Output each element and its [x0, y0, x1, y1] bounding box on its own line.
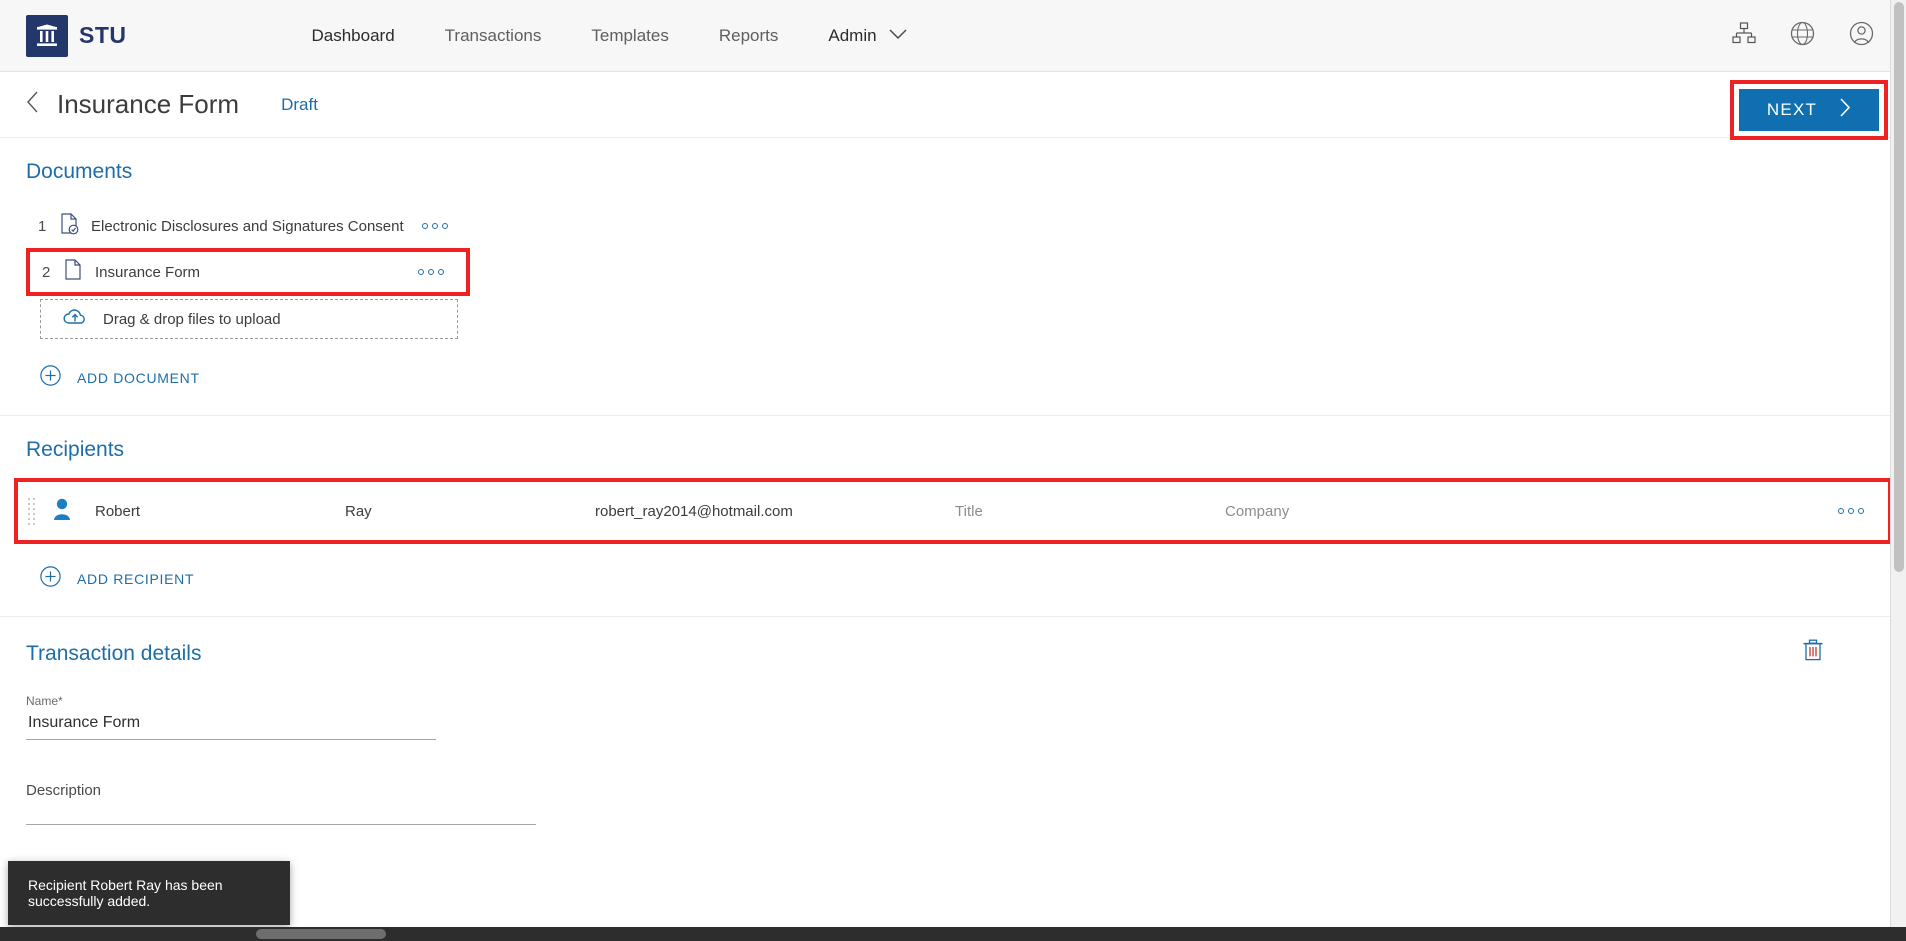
vertical-scrollbar-thumb[interactable] [1894, 2, 1904, 572]
grip-dot [33, 512, 35, 515]
annotation-box-recipient: Robert Ray robert_ray2014@hotmail.com Ti… [14, 478, 1892, 544]
add-recipient-button[interactable]: ADD RECIPIENT [40, 566, 194, 592]
grip-dot [33, 502, 35, 505]
globe-icon[interactable] [1790, 21, 1815, 51]
status-badge[interactable]: Draft [281, 95, 318, 115]
documents-list: 1 Electronic Disclosures and Signatures … [26, 204, 1880, 391]
add-recipient-label: ADD RECIPIENT [77, 571, 195, 587]
required-marker: * [58, 694, 63, 708]
transaction-details-title: Transaction details [26, 641, 202, 665]
kebab-dot [1838, 508, 1844, 514]
grip-dot [33, 507, 35, 510]
chevron-right-icon [1839, 98, 1851, 122]
documents-section-title: Documents [26, 160, 133, 183]
kebab-dot [1848, 508, 1854, 514]
page-title: Insurance Form [57, 89, 240, 119]
nav-link-templates[interactable]: Templates [566, 0, 693, 72]
name-input[interactable] [26, 708, 436, 740]
horizontal-scrollbar[interactable] [0, 927, 1906, 941]
next-button[interactable]: NEXT [1739, 89, 1879, 131]
recipient-options-menu[interactable] [1838, 508, 1864, 514]
grip-dot [33, 497, 35, 500]
description-field-label: Description [26, 782, 102, 799]
recipients-section-title: Recipients [26, 438, 125, 461]
recipient-company-field[interactable]: Company [1225, 503, 1635, 520]
nav-admin-label: Admin [828, 25, 877, 45]
name-field-group: Name* [26, 694, 1880, 740]
drag-handle[interactable] [28, 497, 37, 525]
transaction-details-header: Transaction details [26, 639, 1880, 668]
grip-dot [33, 522, 35, 525]
nav-link-transactions[interactable]: Transactions [420, 0, 567, 72]
document-number: 1 [38, 217, 47, 235]
chevron-down-icon [889, 27, 907, 45]
annotation-box-next: NEXT [1730, 80, 1888, 140]
user-account-icon[interactable] [1849, 21, 1874, 51]
toast-notification: Recipient Robert Ray has been successful… [8, 861, 290, 925]
nav-link-reports[interactable]: Reports [694, 0, 804, 72]
document-name: Electronic Disclosures and Signatures Co… [91, 217, 404, 235]
recipient-email[interactable]: robert_ray2014@hotmail.com [595, 503, 955, 520]
next-button-wrapper: NEXT [1730, 80, 1888, 140]
nav-link-dashboard[interactable]: Dashboard [287, 0, 420, 72]
document-options-menu[interactable] [422, 223, 448, 229]
cloud-upload-icon [63, 308, 87, 331]
recipients-section: Recipients Robert Ray robert_ray2014@hot… [0, 416, 1906, 617]
kebab-dot [442, 223, 448, 229]
kebab-dot [1858, 508, 1864, 514]
top-nav-icon-group [1732, 21, 1874, 51]
person-icon [51, 497, 73, 526]
description-field-group: Description [26, 782, 1880, 825]
plus-circle-icon [40, 566, 61, 592]
kebab-dot [428, 269, 434, 275]
kebab-dot [422, 223, 428, 229]
recipient-title-field[interactable]: Title [955, 503, 1225, 520]
chevron-left-icon[interactable] [26, 91, 39, 118]
name-field-label: Name* [26, 694, 1880, 708]
grip-dot [28, 512, 30, 515]
grip-dot [28, 507, 30, 510]
recipient-last-name[interactable]: Ray [345, 503, 595, 520]
recipient-row[interactable]: Robert Ray robert_ray2014@hotmail.com Ti… [18, 482, 1888, 540]
grip-dot [28, 522, 30, 525]
trash-icon[interactable] [1802, 639, 1824, 668]
sitemap-icon[interactable] [1732, 22, 1756, 49]
add-document-label: ADD DOCUMENT [77, 370, 200, 386]
next-button-label: NEXT [1766, 100, 1818, 119]
horizontal-scrollbar-thumb[interactable] [256, 929, 386, 939]
application-window: STU Dashboard Transactions Templates Rep… [0, 0, 1906, 941]
brand-name: STU [79, 22, 127, 48]
main-nav-links: Dashboard Transactions Templates Reports… [287, 0, 932, 72]
grip-dot [33, 517, 35, 520]
document-number: 2 [42, 263, 51, 281]
dropzone-label: Drag & drop files to upload [103, 310, 281, 328]
grip-dot [28, 497, 30, 500]
document-name: Insurance Form [95, 263, 201, 281]
toast-message: Recipient Robert Ray has been successful… [28, 877, 223, 909]
page-header: Insurance Form Draft NEXT [0, 72, 1906, 140]
document-icon [64, 258, 83, 286]
document-check-icon [60, 212, 79, 240]
document-row-1[interactable]: 1 Electronic Disclosures and Signatures … [26, 204, 470, 248]
grip-dot [28, 517, 30, 520]
plus-circle-icon [40, 365, 61, 391]
bank-column-icon [26, 14, 68, 57]
brand-logo[interactable]: STU [26, 14, 127, 57]
description-input[interactable] [26, 799, 536, 825]
nav-link-admin[interactable]: Admin [803, 26, 931, 46]
name-label-text: Name [26, 694, 59, 708]
document-options-menu[interactable] [418, 269, 444, 275]
add-document-button[interactable]: ADD DOCUMENT [40, 365, 200, 391]
vertical-scrollbar[interactable] [1890, 0, 1906, 941]
transaction-details-section: Transaction details Name* Description [0, 617, 1906, 825]
recipient-first-name[interactable]: Robert [95, 503, 345, 520]
grip-dot [28, 502, 30, 505]
document-row-2[interactable]: 2 Insurance Form [26, 248, 470, 296]
kebab-dot [432, 223, 438, 229]
kebab-dot [418, 269, 424, 275]
file-dropzone[interactable]: Drag & drop files to upload [40, 299, 458, 339]
documents-section: Documents 1 Electronic Disclosures and S… [0, 138, 1906, 416]
top-navigation-bar: STU Dashboard Transactions Templates Rep… [0, 0, 1906, 72]
kebab-dot [438, 269, 444, 275]
